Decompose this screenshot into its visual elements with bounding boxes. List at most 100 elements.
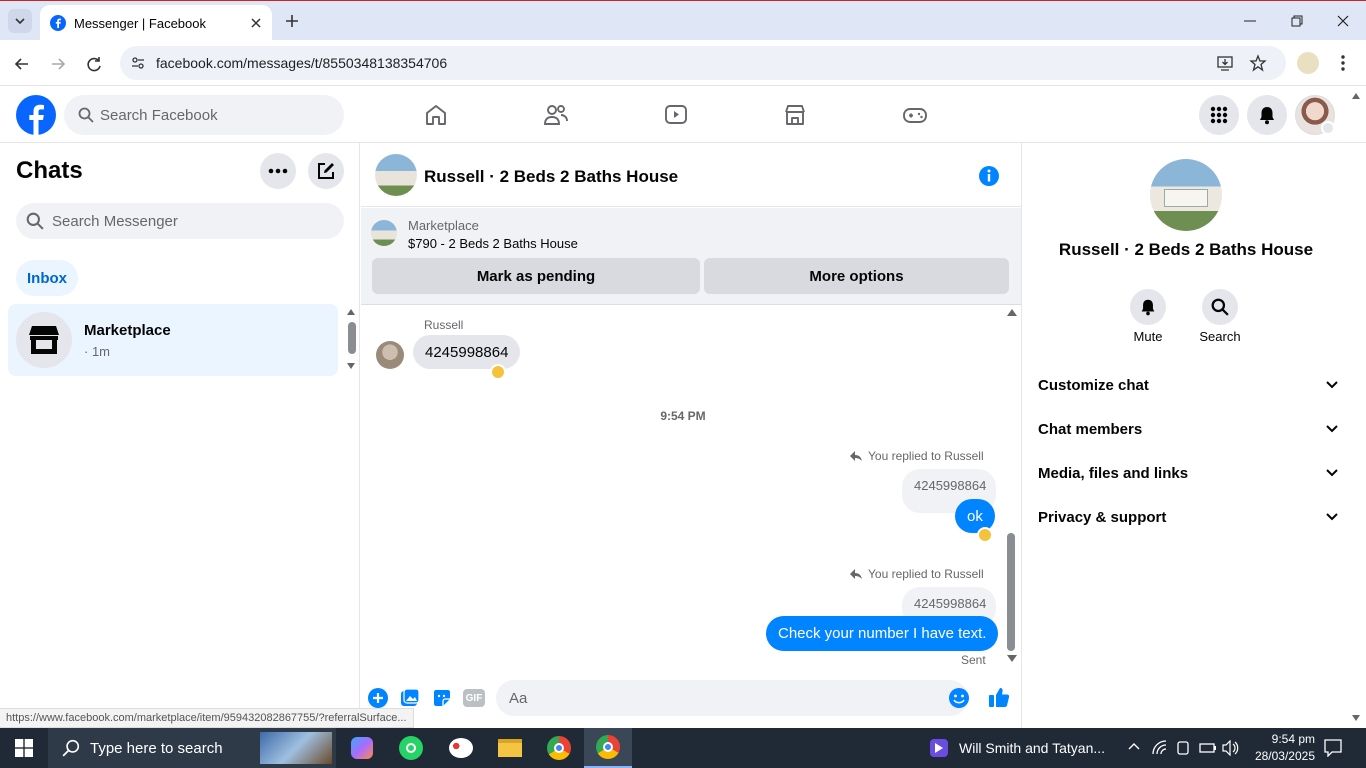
section-chat-members[interactable]: Chat members — [1038, 407, 1338, 451]
account-chevron-icon[interactable] — [1321, 121, 1335, 135]
whatsapp-icon[interactable] — [387, 728, 435, 768]
back-icon[interactable] — [12, 54, 32, 74]
conversation-header: Russell · 2 Beds 2 Baths House — [361, 143, 1021, 207]
gaming-icon[interactable] — [902, 103, 928, 127]
reply-label: You replied to Russell — [868, 567, 984, 581]
details-avatar[interactable] — [1150, 159, 1222, 231]
page-scroll-up-icon[interactable] — [1352, 93, 1360, 99]
copilot-icon[interactable] — [338, 728, 386, 768]
message-scroll-down-icon[interactable] — [1007, 655, 1017, 662]
like-thumb-icon[interactable] — [988, 686, 1010, 708]
friends-icon[interactable] — [543, 103, 569, 127]
chat-scroll-up-icon[interactable] — [347, 309, 355, 315]
reaction-emoji-icon[interactable] — [490, 364, 506, 380]
sticker-icon[interactable] — [432, 688, 452, 708]
volume-icon[interactable] — [1222, 740, 1240, 756]
emoji-icon[interactable] — [948, 687, 970, 709]
message-scroll-up-icon[interactable] — [1007, 309, 1017, 316]
section-privacy-support[interactable]: Privacy & support — [1038, 495, 1338, 539]
site-settings-icon[interactable] — [130, 55, 146, 71]
close-window-icon[interactable] — [1335, 13, 1351, 29]
listing-banner: Marketplace $790 - 2 Beds 2 Baths House … — [361, 208, 1021, 305]
chevron-down-icon — [1326, 513, 1338, 521]
paint-icon[interactable] — [437, 728, 485, 768]
search-icon — [26, 212, 44, 230]
info-icon[interactable] — [978, 165, 1000, 187]
chrome-profile-icon[interactable] — [535, 728, 583, 768]
minimize-icon[interactable] — [1242, 13, 1258, 29]
message-input[interactable]: Aa — [496, 680, 970, 716]
gif-icon[interactable]: GIF — [463, 689, 485, 707]
conversation-title[interactable]: Russell · 2 Beds 2 Baths House — [424, 167, 678, 187]
reload-icon[interactable] — [84, 54, 104, 74]
plus-icon[interactable] — [368, 688, 388, 708]
home-icon[interactable] — [424, 103, 448, 127]
menu-dots-icon[interactable] — [1337, 53, 1349, 73]
chats-options-button[interactable] — [260, 153, 296, 189]
russell-avatar[interactable] — [376, 341, 404, 369]
forward-icon — [48, 54, 68, 74]
new-tab-icon[interactable] — [282, 11, 302, 31]
wifi-icon[interactable] — [1152, 740, 1168, 756]
facebook-search-placeholder: Search Facebook — [100, 106, 218, 124]
search-highlight-bird-image — [260, 732, 332, 764]
chat-name: Marketplace — [84, 322, 171, 339]
section-media-files-links[interactable]: Media, files and links — [1038, 451, 1338, 495]
section-label: Chat members — [1038, 420, 1143, 438]
notifications-bell-icon[interactable] — [1247, 95, 1287, 135]
watch-icon[interactable] — [664, 103, 688, 127]
facebook-search-input[interactable]: Search Facebook — [64, 95, 344, 135]
menu-grid-icon[interactable] — [1199, 95, 1239, 135]
listing-title[interactable]: $790 - 2 Beds 2 Baths House — [408, 236, 578, 251]
marketplace-icon[interactable] — [783, 103, 807, 127]
message-scrollbar[interactable] — [1007, 533, 1015, 651]
taskbar-search-input[interactable]: Type here to search — [48, 728, 336, 768]
windows-start-icon[interactable] — [0, 728, 48, 768]
more-options-button[interactable]: More options — [704, 258, 1009, 294]
more-dots-icon — [268, 168, 288, 174]
url-field[interactable]: facebook.com/messages/t/8550348138354706 — [120, 46, 1286, 80]
search-conversation-button[interactable] — [1202, 289, 1238, 325]
photo-icon[interactable] — [400, 688, 420, 708]
media-title[interactable]: Will Smith and Tatyan... — [959, 740, 1105, 756]
battery-icon[interactable] — [1199, 741, 1217, 755]
listing-thumbnail[interactable] — [375, 154, 417, 196]
section-label: Customize chat — [1038, 376, 1149, 394]
mute-button[interactable] — [1130, 289, 1166, 325]
profile-icon[interactable] — [1297, 52, 1319, 74]
page-scroll-down-icon[interactable] — [1352, 715, 1360, 721]
new-message-button[interactable] — [308, 153, 344, 189]
reply-label: You replied to Russell — [868, 449, 984, 463]
incoming-message-bubble[interactable]: 4245998864 — [413, 335, 521, 369]
browser-tab[interactable]: Messenger | Facebook — [40, 5, 272, 41]
media-play-icon[interactable] — [930, 739, 948, 757]
chat-scroll-down-icon[interactable] — [347, 363, 355, 369]
mark-as-pending-button[interactable]: Mark as pending — [372, 258, 700, 294]
clock-date[interactable]: 28/03/2025 — [1247, 749, 1315, 763]
file-explorer-icon[interactable] — [486, 728, 534, 768]
tray-chevron-up-icon[interactable] — [1128, 742, 1140, 750]
restore-icon[interactable] — [1289, 13, 1305, 29]
reply-indicator: You replied to Russell — [849, 567, 984, 581]
facebook-favicon-icon — [50, 15, 66, 31]
meet-now-icon[interactable] — [1176, 740, 1190, 756]
chrome-icon[interactable] — [584, 728, 632, 768]
install-app-icon[interactable] — [1216, 54, 1234, 72]
chat-list-item[interactable]: Marketplace · 1m — [8, 304, 338, 376]
bookmark-star-icon[interactable] — [1249, 54, 1267, 72]
clock-time[interactable]: 9:54 pm — [1247, 732, 1315, 746]
listing-thumb-small — [371, 220, 397, 246]
marketplace-avatar — [16, 312, 72, 368]
reaction-emoji-icon[interactable] — [977, 527, 993, 543]
facebook-logo-icon[interactable] — [16, 95, 56, 135]
section-customize-chat[interactable]: Customize chat — [1038, 363, 1338, 407]
close-tab-icon[interactable] — [250, 17, 262, 29]
outgoing-message-bubble[interactable]: Check your number I have text. — [766, 616, 999, 651]
tab-search-icon[interactable] — [8, 9, 32, 33]
chat-meta: · 1m — [84, 344, 110, 359]
chat-scrollbar[interactable] — [348, 322, 356, 354]
notification-center-icon[interactable] — [1324, 739, 1342, 757]
inbox-tab[interactable]: Inbox — [16, 260, 78, 296]
details-name: Russell · 2 Beds 2 Baths House — [1058, 240, 1314, 259]
search-messenger-input[interactable]: Search Messenger — [16, 203, 344, 239]
